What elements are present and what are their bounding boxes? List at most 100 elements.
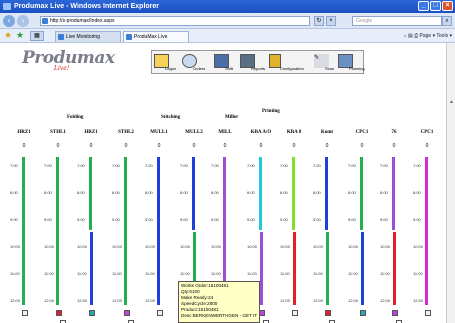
- page-menu[interactable]: Page: [420, 33, 432, 39]
- time-tick: 9:00: [10, 217, 18, 222]
- browser-tools: ⌂ ▤ ⎙ Page ▾ Tools ▾: [403, 33, 452, 39]
- machine-name: MULL1: [150, 130, 168, 135]
- job-bar[interactable]: [292, 157, 295, 230]
- machine-column: 7:00 8:00 9:00 10:00 11:00 12:00: [77, 155, 117, 323]
- machine-count: 0: [360, 143, 364, 149]
- logo-sub: Live!: [54, 65, 70, 72]
- job-bar[interactable]: [361, 232, 364, 305]
- status-square[interactable]: [56, 310, 62, 316]
- time-tick: 9:00: [247, 217, 255, 222]
- job-bar[interactable]: [22, 157, 25, 305]
- refresh-icon[interactable]: ↻: [314, 16, 324, 26]
- time-tick: 12:00: [44, 298, 55, 303]
- time-tick: 10:00: [280, 244, 291, 249]
- url-field[interactable]: http://s-produmax/Index.aspx: [40, 16, 310, 26]
- time-tick: 9:00: [145, 217, 153, 222]
- time-tick: 9:00: [280, 217, 288, 222]
- search-icon[interactable]: ⌕: [442, 16, 452, 26]
- job-bar[interactable]: [393, 232, 396, 305]
- time-tick: 8:00: [44, 190, 52, 195]
- time-tick: 7:00: [413, 163, 421, 168]
- job-bar[interactable]: [425, 157, 428, 305]
- time-tick: 10:00: [112, 244, 123, 249]
- time-tick: 11:00: [145, 271, 155, 276]
- close-button[interactable]: ×: [442, 1, 453, 11]
- feeds-icon[interactable]: ▤: [408, 33, 413, 39]
- machine-count: 0: [22, 143, 26, 149]
- time-tick: 8:00: [112, 190, 120, 195]
- time-tick: 7:00: [145, 163, 153, 168]
- reports-button[interactable]: Reports: [240, 53, 266, 73]
- time-tick: 12:00: [380, 298, 391, 303]
- time-tick: 9:00: [77, 217, 85, 222]
- time-tick: 11:00: [313, 271, 323, 276]
- orders-button[interactable]: Orders: [182, 53, 208, 73]
- minimize-button[interactable]: _: [418, 1, 429, 11]
- time-tick: 9:00: [44, 217, 52, 222]
- planning-button[interactable]: Planning: [338, 53, 365, 73]
- address-bar: ‹ › http://s-produmax/Index.aspx ↻ × Goo…: [0, 13, 455, 29]
- time-tick: 12:00: [10, 298, 21, 303]
- add-favorite-icon[interactable]: ★: [16, 30, 24, 41]
- tab-label: Live Monitoring: [66, 34, 100, 40]
- maximize-button[interactable]: □: [430, 1, 441, 11]
- job-bar[interactable]: [124, 157, 127, 305]
- job-bar[interactable]: [260, 232, 263, 305]
- status-square[interactable]: [425, 310, 431, 316]
- time-tick: 7:00: [380, 163, 388, 168]
- section-miller: Miller: [225, 115, 239, 120]
- scan-button[interactable]: ✎ Scan: [314, 53, 336, 73]
- time-tick: 10:00: [77, 244, 88, 249]
- job-bar[interactable]: [192, 157, 195, 230]
- job-bar[interactable]: [360, 157, 363, 230]
- tab-list-icon[interactable]: ▦: [30, 31, 44, 41]
- home-icon[interactable]: ⌂: [404, 33, 407, 39]
- forward-icon[interactable]: ›: [17, 15, 29, 27]
- status-square[interactable]: [22, 310, 28, 316]
- machine-count: 0: [157, 143, 161, 149]
- status-square[interactable]: [360, 310, 366, 316]
- tools-menu[interactable]: Tools: [436, 33, 448, 39]
- status-square[interactable]: [325, 310, 331, 316]
- favorites-star-icon[interactable]: ★: [4, 30, 12, 41]
- job-bar[interactable]: [326, 232, 329, 305]
- status-square[interactable]: [392, 310, 398, 316]
- window-title: Produmax Live - Windows Internet Explore…: [14, 3, 160, 10]
- job-bar[interactable]: [325, 157, 328, 230]
- stop-icon[interactable]: ×: [326, 16, 336, 26]
- time-tick: 12:00: [413, 298, 424, 303]
- ie-icon: [3, 3, 11, 10]
- status-square[interactable]: [292, 310, 298, 316]
- job-bar[interactable]: [259, 157, 262, 230]
- time-tick: 10:00: [413, 244, 424, 249]
- status-square[interactable]: [157, 310, 163, 316]
- machine-name: 76: [391, 130, 397, 135]
- job-bar[interactable]: [90, 232, 93, 305]
- status-square[interactable]: [89, 310, 95, 316]
- back-icon[interactable]: ‹: [3, 15, 15, 27]
- status-square[interactable]: [124, 310, 130, 316]
- shift-button[interactable]: Shift: [214, 53, 234, 73]
- time-tick: 7:00: [180, 163, 188, 168]
- job-bar[interactable]: [89, 157, 92, 230]
- scroll-up-icon[interactable]: ▲: [448, 99, 455, 106]
- time-tick: 8:00: [380, 190, 388, 195]
- time-tick: 9:00: [380, 217, 388, 222]
- machine-name: CPC1: [355, 130, 369, 135]
- time-tick: 7:00: [247, 163, 255, 168]
- tab-live-monitoring[interactable]: Live Monitoring: [55, 31, 121, 42]
- tab-produmax-live[interactable]: ProduMax Live: [123, 31, 189, 42]
- job-bar[interactable]: [293, 232, 296, 305]
- job-bar[interactable]: [56, 157, 59, 305]
- vertical-scrollbar[interactable]: ▲: [446, 43, 455, 323]
- time-tick: 11:00: [211, 271, 221, 276]
- logon-button[interactable]: Logon: [154, 53, 178, 73]
- machine-name: KBA A/O: [250, 130, 272, 135]
- search-input[interactable]: Google: [352, 16, 442, 26]
- time-tick: 9:00: [313, 217, 321, 222]
- time-tick: 12:00: [145, 298, 156, 303]
- print-icon[interactable]: ⎙: [414, 33, 418, 39]
- job-bar[interactable]: [157, 157, 160, 305]
- job-bar[interactable]: [392, 157, 395, 230]
- configuration-button[interactable]: Configuration: [269, 53, 309, 73]
